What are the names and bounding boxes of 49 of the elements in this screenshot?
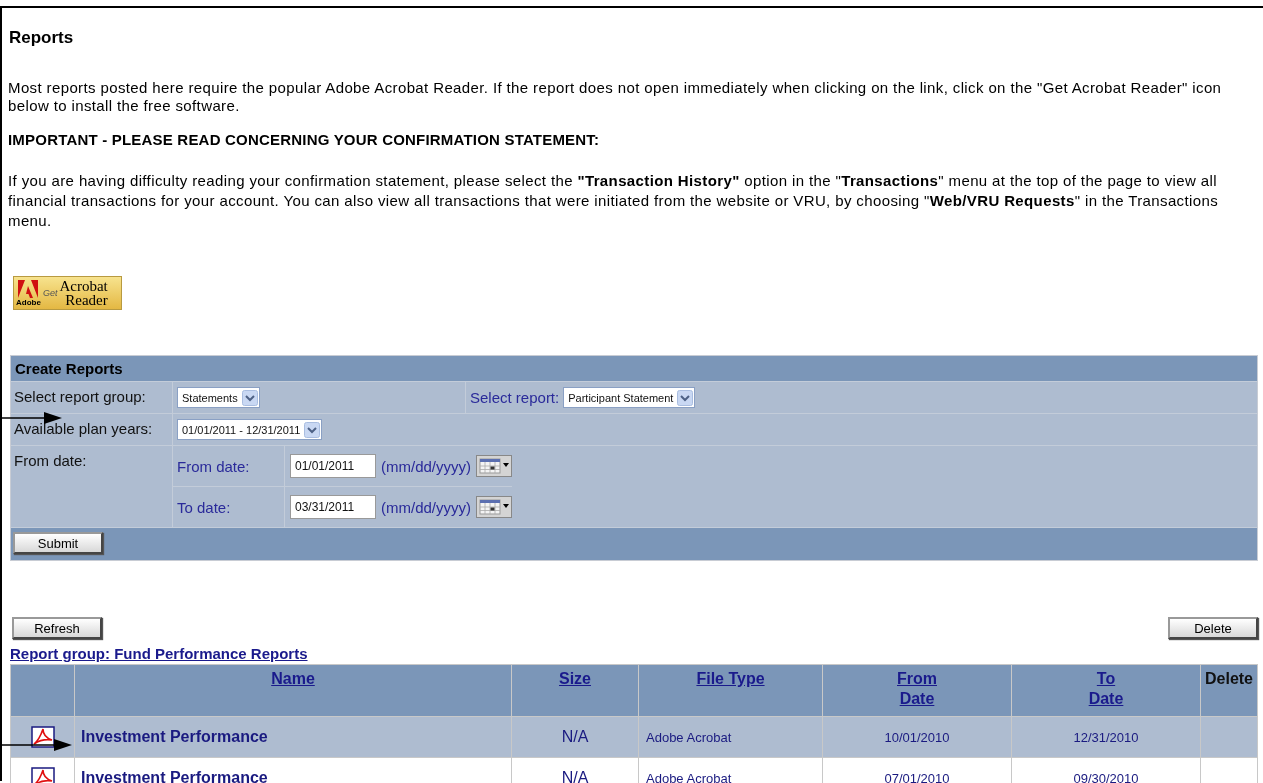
form-label: Select report:	[470, 389, 560, 406]
form-label: From date:	[177, 457, 250, 475]
column-header[interactable]: From Date	[897, 669, 937, 709]
table-row[interactable]: Investment Performance N/A Adobe Acrobat 07/01/2010 09/30/2010	[10, 757, 1258, 783]
report-group-link[interactable]: Report group: Fund Performance Reports	[10, 645, 308, 662]
date-input-field[interactable]: 03/31/2011	[290, 495, 376, 519]
table-row[interactable]: Investment Performance N/A Adobe Acrobat 10/01/2010 12/31/2010	[10, 716, 1258, 758]
report-link[interactable]: Investment Performance	[76, 728, 268, 745]
calendar-icon	[476, 496, 512, 518]
table-cell: 12/31/2010	[1073, 729, 1139, 745]
table-cell: N/A	[561, 769, 589, 783]
column-header[interactable]: To Date	[1088, 669, 1124, 709]
table-cell: 10/01/2010	[884, 729, 950, 745]
notice-title: IMPORTANT - PLEASE READ CONCERNING YOUR CONFIRMATION STATEMENT:	[8, 131, 601, 149]
form-label: Available plan years:	[14, 420, 153, 437]
dropdown[interactable]: Statements	[177, 387, 260, 408]
pdf-file-icon[interactable]	[30, 767, 55, 783]
form-label: To date:	[177, 498, 231, 516]
table-cell: Adobe Acrobat	[646, 770, 732, 783]
calendar-icon	[476, 455, 512, 477]
page-title: Reports	[9, 28, 75, 49]
dropdown[interactable]: Participant Statement	[563, 387, 696, 408]
notice-paragraph: If you are having difficulty reading your confirmation statement, please select the "Transaction History" option in the "Transactions" menu at the top of the page to view all financial transactions for your account. You can also view all transactions that were initiated from the website or VRU, by choosing "Web/VRU Requests" in the Transactions menu.	[8, 171, 1220, 231]
table-cell: 07/01/2010	[884, 770, 950, 783]
submit-button[interactable]: Submit	[13, 532, 103, 554]
date-input-field[interactable]: 01/01/2011	[290, 454, 376, 478]
column-header[interactable]: File Type	[696, 669, 765, 689]
calendar-button[interactable]	[476, 496, 512, 518]
caret-icon	[304, 421, 321, 438]
column-header[interactable]: Name	[271, 669, 315, 689]
column-header: Delete	[1205, 669, 1253, 689]
calendar-button[interactable]	[476, 455, 512, 477]
table-cell: N/A	[561, 728, 589, 745]
form-label: From date:	[14, 452, 87, 469]
dropdown[interactable]: 01/01/2011 - 12/31/2011	[177, 419, 323, 440]
panel-title: Create Reports	[15, 360, 123, 377]
form-label: Select report group:	[14, 388, 146, 405]
date-format-hint: (mm/dd/yyyy)	[381, 498, 471, 516]
caret-icon	[677, 389, 694, 406]
table-cell: Adobe Acrobat	[646, 729, 732, 745]
table-cell: 09/30/2010	[1073, 770, 1139, 783]
caret-icon	[241, 389, 258, 406]
pdf-file-icon[interactable]	[30, 726, 55, 748]
refresh-button[interactable]: Refresh	[12, 617, 102, 639]
logo-icon	[18, 279, 39, 298]
date-format-hint: (mm/dd/yyyy)	[381, 457, 471, 475]
intro-paragraph: Most reports posted here require the popular Adobe Acrobat Reader. If the report does not open immediately when clicking on the link, click on the "Get Acrobat Reader" icon below to install the free software.	[8, 79, 1223, 115]
delete-button[interactable]: Delete	[1168, 617, 1258, 639]
column-header[interactable]: Size	[559, 669, 591, 689]
